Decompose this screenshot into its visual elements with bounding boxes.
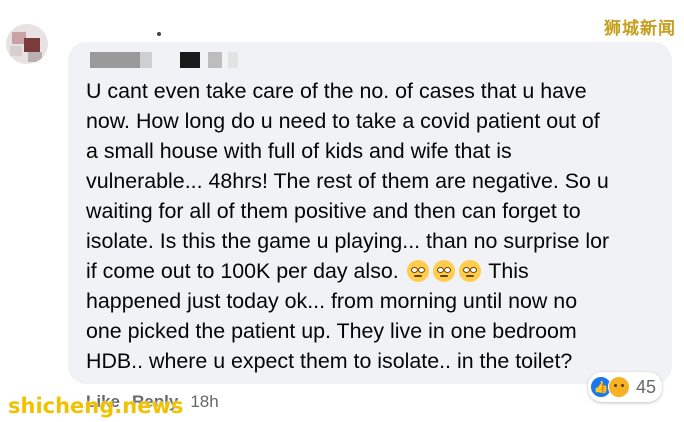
comment-text: U cant even take care of the no. of case…	[86, 76, 666, 376]
comment-line: vulnerable... 48hrs! The rest of them ar…	[86, 169, 609, 193]
sad-icon	[608, 376, 630, 398]
comment-line: a small house with full of kids and wife…	[86, 139, 512, 163]
reactions-summary[interactable]: 👍 45	[588, 372, 663, 402]
comment-line: isolate. Is this the game u playing... t…	[86, 229, 610, 253]
face-with-rolling-eyes-icon	[432, 260, 455, 282]
redaction-block	[180, 52, 200, 68]
redaction-block	[90, 52, 140, 68]
avatar-pixel	[10, 46, 22, 56]
redaction-block	[208, 52, 222, 68]
comment-line: one picked the patient up. They live in …	[86, 319, 577, 343]
comment-line: now. How long do u need to take a covid …	[86, 109, 600, 133]
watermark-logo-bottom: shicheng.news	[8, 394, 184, 418]
comment-line: if come out to 100K per day also.	[86, 259, 399, 283]
comment-line: waiting for all of them positive and the…	[86, 199, 581, 223]
face-with-rolling-eyes-icon	[406, 260, 429, 282]
redaction-block	[228, 52, 238, 68]
comment-line: HDB.. where u expect them to isolate.. i…	[86, 349, 573, 373]
timestamp[interactable]: 18h	[190, 392, 218, 412]
redaction-block	[140, 52, 152, 68]
comment-line: happened just today ok... from morning u…	[86, 289, 578, 313]
comment-line: This	[488, 259, 529, 283]
avatar-pixel	[24, 38, 40, 52]
face-with-rolling-eyes-icon	[458, 260, 481, 282]
comment-line: U cant even take care of the no. of case…	[86, 79, 587, 103]
watermark-logo-top: 狮城新闻	[604, 19, 676, 39]
author-mark	[157, 32, 161, 36]
avatar-pixel	[28, 52, 42, 62]
avatar[interactable]	[6, 24, 48, 64]
reaction-count: 45	[636, 376, 657, 397]
